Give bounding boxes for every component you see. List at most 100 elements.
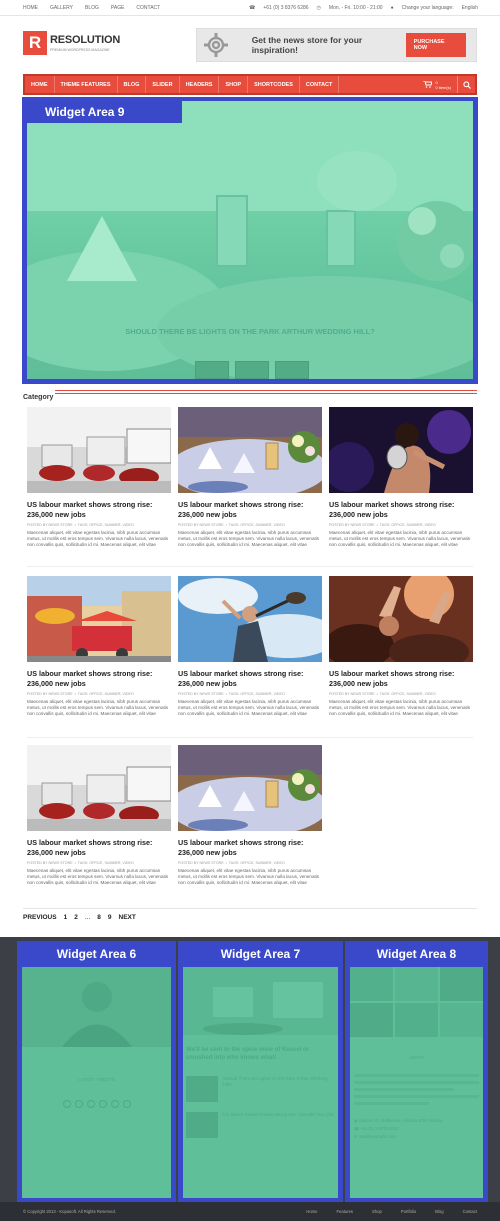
- rss-icon[interactable]: [62, 1100, 71, 1108]
- site-logo[interactable]: R RESOLUTION PREMIUM WORDPRESS MAGAZINE: [23, 31, 120, 55]
- post-image[interactable]: [178, 407, 322, 493]
- gallery-photo[interactable]: [395, 967, 438, 1001]
- post-thumbnail[interactable]: [186, 1112, 218, 1138]
- post-image[interactable]: [329, 407, 473, 493]
- gallery-photo[interactable]: [440, 1003, 483, 1037]
- post-tags[interactable]: OFFICE, SUMMER, VIDEO: [240, 692, 284, 696]
- post-thumbnail[interactable]: [186, 1076, 218, 1102]
- pagination-page[interactable]: 2: [74, 914, 78, 921]
- footer-nav-features[interactable]: Features: [336, 1209, 353, 1214]
- post-tags[interactable]: OFFICE, SUMMER, VIDEO: [240, 861, 284, 865]
- post-image[interactable]: [27, 407, 171, 493]
- search-button[interactable]: [457, 76, 475, 93]
- nav-item-headers[interactable]: HEADERS: [180, 76, 220, 93]
- footer-nav-portfolio[interactable]: Portfolio: [401, 1209, 416, 1214]
- nav-item-home[interactable]: HOME: [25, 76, 55, 93]
- post-tags[interactable]: OFFICE, SUMMER, VIDEO: [89, 523, 133, 527]
- featured-post-title[interactable]: We'll be sent to the spice mine of Kesse…: [186, 1046, 335, 1062]
- nav-item-shop[interactable]: SHOP: [219, 76, 249, 93]
- pagination-page[interactable]: 8: [97, 914, 101, 921]
- slide-caption[interactable]: SHOULD THERE BE LIGHTS ON THE PARK ARTHU…: [27, 327, 473, 336]
- post-title[interactable]: US labour market shows strong rise: 236,…: [27, 500, 171, 520]
- top-nav-gallery[interactable]: GALLERY: [50, 5, 73, 11]
- footer-post-title[interactable]: Should There be Lights on the Park Arthu…: [223, 1076, 335, 1102]
- post-author[interactable]: NEWS STORE: [351, 692, 375, 696]
- email-line: ✉ mail@example.com: [354, 1133, 479, 1141]
- footer-email[interactable]: mail@example.com: [359, 1134, 396, 1139]
- post-title[interactable]: US labour market shows strong rise: 236,…: [178, 669, 322, 689]
- header-banner[interactable]: Get the news store for your inspiration!…: [196, 28, 477, 62]
- site-header: R RESOLUTION PREMIUM WORDPRESS MAGAZINE …: [0, 16, 500, 72]
- nav-item-blog[interactable]: BLOG: [118, 76, 147, 93]
- footer-nav-contact[interactable]: Contact: [463, 1209, 477, 1214]
- cart-button[interactable]: 0 0 item(s): [417, 80, 457, 90]
- nav-item-contact[interactable]: CONTACT: [300, 76, 340, 93]
- opening-hours: Mon. - Fri. 10:00 - 21:00: [328, 5, 383, 11]
- post-tags[interactable]: OFFICE, SUMMER, VIDEO: [391, 523, 435, 527]
- widget-area-6-content: LATEST TWEETS: [22, 967, 171, 1198]
- post-author[interactable]: NEWS STORE: [351, 523, 375, 527]
- featured-slider[interactable]: SHOULD THERE BE LIGHTS ON THE PARK ARTHU…: [27, 101, 473, 379]
- post-image[interactable]: [329, 576, 473, 662]
- top-nav-home[interactable]: HOME: [23, 5, 38, 11]
- twitter-icon[interactable]: [74, 1100, 83, 1108]
- post-tags[interactable]: OFFICE, SUMMER, VIDEO: [89, 692, 133, 696]
- top-nav-contact[interactable]: CONTACT: [136, 5, 160, 11]
- post-image[interactable]: [27, 745, 171, 831]
- skype-icon[interactable]: [122, 1100, 131, 1108]
- post-author[interactable]: NEWS STORE: [49, 523, 73, 527]
- footer-nav-home[interactable]: Home: [306, 1209, 317, 1214]
- post-title[interactable]: US labour market shows strong rise: 236,…: [329, 500, 473, 520]
- gallery-photo[interactable]: [350, 1003, 393, 1037]
- post-title[interactable]: US labour market shows strong rise: 236,…: [178, 838, 322, 858]
- pagination-previous[interactable]: PREVIOUS: [23, 914, 57, 921]
- post-image[interactable]: [178, 576, 322, 662]
- google-plus-icon[interactable]: [98, 1100, 107, 1108]
- gallery-photo[interactable]: [440, 967, 483, 1001]
- nav-item-theme-features[interactable]: THEME FEATURES: [55, 76, 118, 93]
- post-author[interactable]: NEWS STORE: [200, 692, 224, 696]
- widget-area-9-title: Widget Area 9: [27, 101, 182, 123]
- post-title[interactable]: US labour market shows strong rise: 236,…: [329, 669, 473, 689]
- purchase-now-button[interactable]: PURCHASE NOW: [405, 33, 466, 57]
- post-title[interactable]: US labour market shows strong rise: 236,…: [27, 669, 171, 689]
- pinterest-icon[interactable]: [110, 1100, 119, 1108]
- pagination-page[interactable]: 1: [64, 914, 68, 921]
- facebook-icon[interactable]: [86, 1100, 95, 1108]
- cart-icon: [423, 81, 433, 88]
- post-tags[interactable]: OFFICE, SUMMER, VIDEO: [240, 523, 284, 527]
- gallery-photo[interactable]: [395, 1003, 438, 1037]
- gallery-photo[interactable]: [350, 967, 393, 1001]
- row-divider: [27, 566, 473, 567]
- post-author[interactable]: NEWS STORE: [200, 523, 224, 527]
- address-line: ◉ Gisborn St, Melbourne, Victoria 3008 V…: [354, 1117, 479, 1125]
- post-author[interactable]: NEWS STORE: [200, 861, 224, 865]
- top-nav-blog[interactable]: BLOG: [85, 5, 99, 11]
- post-author[interactable]: NEWS STORE: [49, 861, 73, 865]
- top-nav-page[interactable]: PAGE: [111, 5, 125, 11]
- slider-thumb[interactable]: [235, 361, 269, 379]
- post-title[interactable]: US labour market shows strong rise: 236,…: [178, 500, 322, 520]
- heading-divider: [55, 390, 477, 394]
- widget-area-8: Widget Area 8 ABOUT ◉ Gisborn St, Melbou…: [345, 941, 488, 1203]
- post-author[interactable]: NEWS STORE: [49, 692, 73, 696]
- post-image[interactable]: [27, 576, 171, 662]
- post-image[interactable]: [178, 745, 322, 831]
- pagination-page[interactable]: 9: [108, 914, 112, 921]
- language-select[interactable]: English: [462, 5, 478, 11]
- pagination-next[interactable]: NEXT: [119, 914, 136, 921]
- nav-item-shortcodes[interactable]: SHORTCODES: [248, 76, 300, 93]
- post-tags[interactable]: OFFICE, SUMMER, VIDEO: [89, 861, 133, 865]
- photo-gallery: [350, 967, 483, 1037]
- footer-nav-shop[interactable]: Shop: [372, 1209, 382, 1214]
- nav-item-slider[interactable]: SLIDER: [146, 76, 180, 93]
- post-excerpt: Maecenas aliquet, elit vitae egestas lac…: [178, 868, 320, 886]
- widget-area-7-content: We'll be sent to the spice mine of Kesse…: [183, 967, 338, 1198]
- footer-post-title[interactable]: US labour market shows strong rise: 236,…: [223, 1112, 334, 1138]
- slider-thumb[interactable]: [275, 361, 309, 379]
- slider-thumb[interactable]: [195, 361, 229, 379]
- post-card: US labour market shows strong rise: 236,…: [178, 407, 322, 549]
- footer-nav-blog[interactable]: Blog: [435, 1209, 443, 1214]
- post-title[interactable]: US labour market shows strong rise: 236,…: [27, 838, 171, 858]
- post-tags[interactable]: OFFICE, SUMMER, VIDEO: [391, 692, 435, 696]
